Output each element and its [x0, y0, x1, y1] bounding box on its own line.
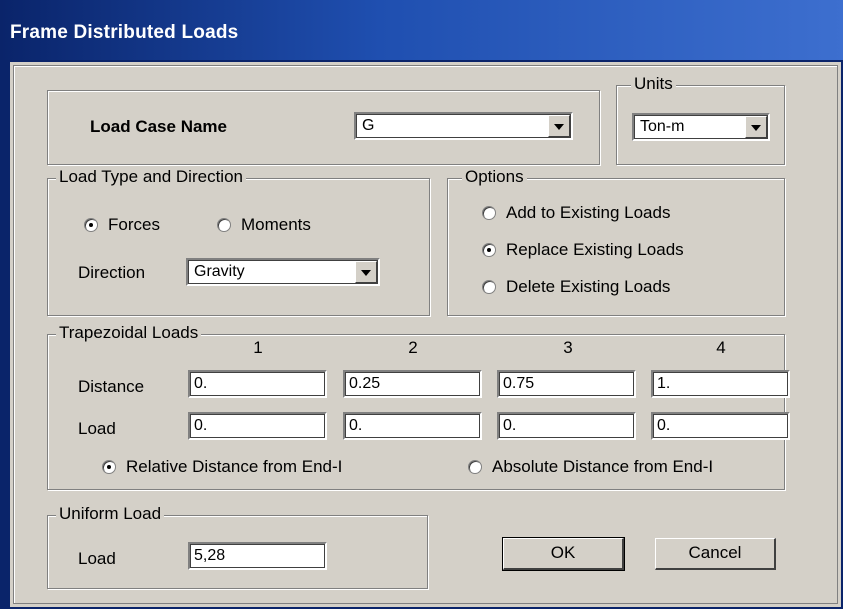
chevron-down-icon	[751, 125, 761, 131]
chevron-down-icon	[554, 124, 564, 130]
distance-value-1: 0.	[194, 375, 208, 392]
replace-existing-radio-indicator	[482, 243, 496, 257]
relative-distance-radio-indicator	[102, 460, 116, 474]
load-case-dropdown-button[interactable]	[548, 115, 570, 137]
load-value-4: 0.	[657, 417, 671, 434]
forces-radio-label: Forces	[108, 215, 160, 234]
relative-distance-label: Relative Distance from End-I	[126, 457, 343, 476]
uniform-load-field[interactable]: 5,28	[188, 542, 327, 570]
absolute-distance-radio-indicator	[468, 460, 482, 474]
distance-value-2: 0.25	[349, 375, 381, 392]
units-value: Ton-m	[640, 118, 685, 135]
load-type-group: Load Type and Direction Forces Moments D…	[47, 167, 430, 316]
options-group: Options Add to Existing Loads Replace Ex…	[447, 167, 785, 316]
load-value-2: 0.	[349, 417, 363, 434]
relative-distance-radio[interactable]: Relative Distance from End-I	[102, 457, 342, 477]
absolute-distance-label: Absolute Distance from End-I	[492, 457, 714, 476]
direction-select[interactable]: Gravity	[186, 258, 380, 286]
load-case-select[interactable]: G	[354, 112, 573, 140]
load-value-1: 0.	[194, 417, 208, 434]
delete-existing-label: Delete Existing Loads	[506, 277, 671, 296]
units-select[interactable]: Ton-m	[632, 113, 770, 141]
uniform-load-legend: Uniform Load	[56, 504, 165, 524]
chevron-down-icon	[361, 270, 371, 276]
distance-value-4: 1.	[657, 375, 671, 392]
units-group: Units Ton-m	[616, 74, 785, 165]
delete-existing-radio[interactable]: Delete Existing Loads	[482, 277, 670, 297]
direction-label: Direction	[78, 263, 146, 282]
distance-field-4[interactable]: 1.	[651, 370, 790, 398]
cancel-button[interactable]: Cancel	[655, 538, 776, 570]
load-case-group: Load Case Name G	[47, 90, 600, 165]
delete-existing-radio-indicator	[482, 280, 496, 294]
column-header-2: 2	[408, 338, 418, 357]
options-legend: Options	[462, 167, 527, 187]
load-type-legend: Load Type and Direction	[56, 167, 246, 187]
uniform-load-value: 5,28	[194, 547, 226, 564]
forces-radio-indicator	[84, 218, 98, 232]
direction-dropdown-button[interactable]	[355, 261, 377, 283]
load-field-4[interactable]: 0.	[651, 412, 790, 440]
trapezoidal-legend: Trapezoidal Loads	[56, 323, 202, 343]
absolute-distance-radio[interactable]: Absolute Distance from End-I	[468, 457, 713, 477]
moments-radio-label: Moments	[241, 215, 311, 234]
dialog-body: Load Case Name G Units Ton-m Load Type a…	[10, 62, 841, 607]
replace-existing-label: Replace Existing Loads	[506, 240, 684, 259]
load-field-3[interactable]: 0.	[497, 412, 636, 440]
column-header-1: 1	[253, 338, 263, 357]
ok-button[interactable]: OK	[502, 537, 625, 571]
moments-radio[interactable]: Moments	[217, 215, 311, 235]
window-title: Frame Distributed Loads	[10, 22, 239, 43]
load-case-label: Load Case Name	[90, 117, 227, 136]
uniform-load-label: Load	[78, 549, 116, 568]
replace-existing-radio[interactable]: Replace Existing Loads	[482, 240, 684, 260]
trapezoidal-group: Trapezoidal Loads 1 2 3 4 Distance 0. 0.…	[47, 323, 790, 490]
moments-radio-indicator	[217, 218, 231, 232]
add-existing-radio[interactable]: Add to Existing Loads	[482, 203, 670, 223]
title-bar[interactable]: Frame Distributed Loads	[0, 0, 843, 60]
distance-row-label: Distance	[78, 377, 145, 396]
distance-field-1[interactable]: 0.	[188, 370, 327, 398]
load-row-label: Load	[78, 419, 116, 438]
load-case-value: G	[362, 117, 375, 134]
column-header-4: 4	[716, 338, 726, 357]
distance-value-3: 0.75	[503, 375, 535, 392]
add-existing-radio-indicator	[482, 206, 496, 220]
load-field-2[interactable]: 0.	[343, 412, 482, 440]
units-dropdown-button[interactable]	[745, 116, 767, 138]
add-existing-label: Add to Existing Loads	[506, 203, 671, 222]
load-field-1[interactable]: 0.	[188, 412, 327, 440]
forces-radio[interactable]: Forces	[84, 215, 160, 235]
dialog-window: Frame Distributed Loads Load Case Name G…	[0, 0, 843, 609]
uniform-load-group: Uniform Load Load 5,28	[47, 504, 428, 589]
load-value-3: 0.	[503, 417, 517, 434]
distance-field-2[interactable]: 0.25	[343, 370, 482, 398]
column-header-3: 3	[563, 338, 573, 357]
units-legend: Units	[631, 74, 676, 94]
direction-value: Gravity	[194, 263, 245, 280]
distance-field-3[interactable]: 0.75	[497, 370, 636, 398]
